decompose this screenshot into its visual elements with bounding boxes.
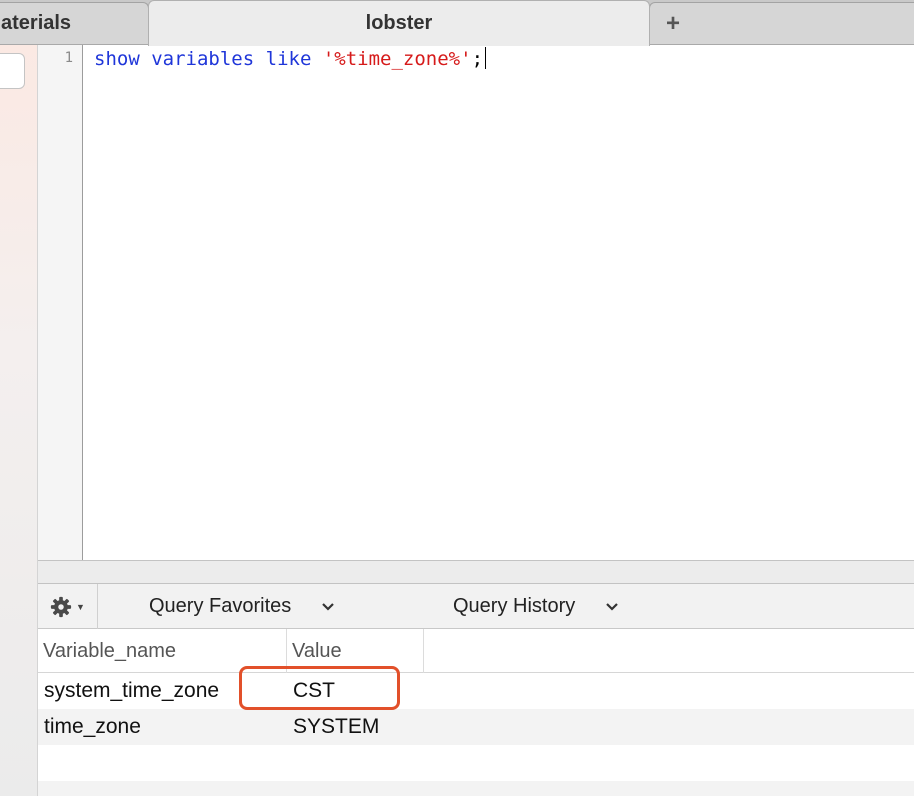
query-history-label: Query History	[453, 595, 576, 617]
cell-value[interactable]: CST	[287, 673, 424, 709]
pane-splitter[interactable]	[38, 560, 914, 584]
semicolon: ;	[471, 48, 484, 70]
table-row-empty	[38, 781, 914, 796]
dropdown-arrow-icon: ▼	[76, 601, 85, 612]
results-table: Variable_name Value system_time_zone CST…	[38, 629, 914, 796]
sidebar-button[interactable]	[0, 53, 25, 89]
query-editor[interactable]: 1 show variables like '%time_zone%';	[38, 45, 914, 560]
tab-bar: aterials lobster +	[0, 0, 914, 46]
tab-label: aterials	[1, 12, 72, 34]
table-row-empty	[38, 745, 914, 781]
query-toolbar: ▼ Query Favorites Query History	[38, 584, 914, 629]
tab-materials[interactable]: aterials	[0, 2, 149, 44]
table-row[interactable]: system_time_zone CST	[38, 673, 914, 709]
chevron-down-icon	[605, 602, 619, 612]
cell-value[interactable]: SYSTEM	[287, 709, 424, 745]
line-number: 1	[64, 50, 73, 66]
cell-variable-name[interactable]: system_time_zone	[38, 673, 287, 709]
sidebar	[0, 45, 38, 796]
plus-icon: +	[666, 9, 681, 37]
string-literal: '%time_zone%'	[322, 48, 472, 70]
tab-lobster[interactable]: lobster	[148, 0, 650, 46]
cell-variable-name[interactable]: time_zone	[38, 709, 287, 745]
gear-icon	[50, 596, 72, 617]
line-gutter: 1	[38, 45, 83, 560]
column-header-value[interactable]: Value	[287, 629, 424, 673]
keyword-like: like	[265, 48, 312, 70]
query-favorites-menu[interactable]: Query Favorites	[149, 584, 335, 629]
keyword-show: show	[94, 48, 140, 70]
gear-menu-button[interactable]: ▼	[38, 584, 98, 629]
tab-label: lobster	[365, 12, 433, 34]
query-favorites-label: Query Favorites	[149, 595, 292, 617]
text-caret	[485, 47, 487, 69]
code-line[interactable]: show variables like '%time_zone%';	[94, 47, 487, 71]
query-history-menu[interactable]: Query History	[453, 584, 619, 629]
column-header-variable-name[interactable]: Variable_name	[38, 629, 287, 673]
table-header: Variable_name Value	[38, 629, 914, 673]
table-row[interactable]: time_zone SYSTEM	[38, 709, 914, 745]
keyword-variables: variables	[151, 48, 255, 70]
chevron-down-icon	[321, 602, 335, 612]
add-tab-button[interactable]: +	[649, 2, 914, 44]
